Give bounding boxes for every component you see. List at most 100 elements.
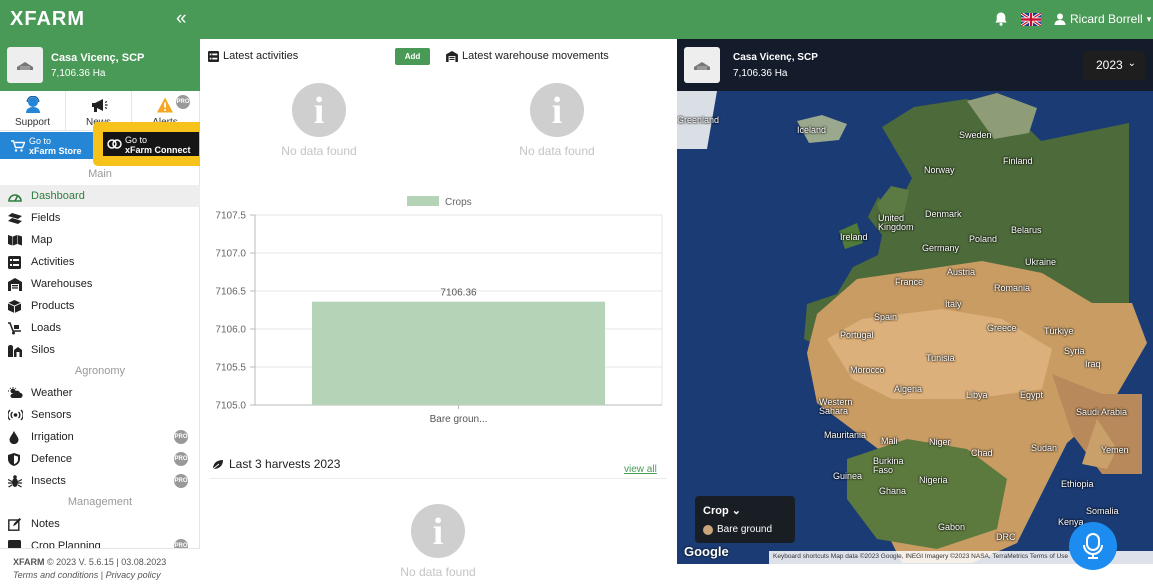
insects-icon [8,475,22,488]
nav-sensors[interactable]: Sensors [0,404,200,426]
nav-fields[interactable]: Fields [0,207,200,229]
nav-insects-label: Insects [31,475,66,487]
map-label: Italy [945,299,962,309]
nav-sensors-label: Sensors [31,409,72,421]
megaphone-icon [92,99,108,112]
app-root: XFARM « Ricard Borrell ▾ Casa Vicenç, SC… [0,0,1153,585]
year-select[interactable]: 2023 ⌄ [1083,51,1145,80]
info-icon: i [292,83,346,137]
map-label: Gabon [938,522,966,532]
info-icon: i [530,83,584,137]
map-label: Ukraine [1025,257,1057,267]
nav-map[interactable]: Map [0,229,200,251]
nav-defence[interactable]: Defence PRO [0,448,200,470]
nav-weather[interactable]: Weather [0,382,200,404]
map-label: Poland [969,234,998,244]
harvests-title: Last 3 harvests 2023 [229,457,341,471]
view-all-harvests-link[interactable]: view all [624,464,657,475]
nav-weather-label: Weather [31,387,73,399]
support-link[interactable]: Support [0,91,66,131]
farm-map[interactable]: Greenland Iceland Sweden Finland Norway … [677,39,1153,564]
pro-badge: PRO [174,539,188,548]
nav-crop-planning[interactable]: Crop Planning PRO [0,535,200,548]
x-tick-label: Bare groun... [430,414,488,425]
nav-activities-label: Activities [31,256,75,268]
map-label: Mali [881,436,898,446]
store-line1: Go to [29,136,52,146]
y-tick-label: 7106.5 [215,287,246,298]
connect-line1: Go to [125,135,148,145]
support-icon [26,96,40,113]
bell-icon[interactable] [993,11,1009,27]
xfarm-logo[interactable]: XFARM [10,8,85,31]
map-label: Western Sahara [819,397,853,416]
farm-thumbnail [684,47,720,83]
warehouse-empty-state: i No data found [487,83,627,158]
farm-thumbnail [7,47,43,83]
chevron-down-icon: ▾ [1146,13,1152,24]
nav-irrigation-label: Irrigation [31,431,74,443]
privacy-link[interactable]: Privacy policy [106,570,161,580]
map-label: Iraq [1085,359,1101,369]
nav-insects[interactable]: Insects PRO [0,470,200,492]
user-menu[interactable]: Ricard Borrell ▾ [1054,12,1151,26]
products-icon [8,300,21,313]
microphone-icon [1083,533,1103,559]
nav-crop-planning-label: Crop Planning [31,540,101,548]
map-label: Guinea [833,471,863,481]
irrigation-icon [9,431,19,444]
map-label: Belarus [1011,225,1042,235]
map-label: Egypt [1020,390,1044,400]
map-label: Finland [1003,156,1033,166]
top-bar: XFARM « Ricard Borrell ▾ [0,0,1153,39]
nav-silos[interactable]: Silos [0,339,200,361]
section-main: Main [88,168,112,180]
nav-dashboard[interactable]: Dashboard [0,185,200,207]
nav-activities[interactable]: Activities [0,251,200,273]
weather-icon [8,387,23,398]
add-activity-button[interactable]: Add [395,48,430,65]
uk-flag-icon[interactable] [1021,13,1041,26]
fields-icon [8,213,22,224]
defence-icon [8,453,20,466]
collapse-sidebar-icon[interactable]: « [176,8,187,30]
map-label: Spain [874,312,898,322]
chevron-down-icon: ⌄ [1127,58,1136,69]
xfarm-store-button[interactable]: Go to xFarm Store [0,132,100,159]
terms-link[interactable]: Terms and conditions [13,570,98,580]
pro-badge: PRO [174,430,188,444]
activities-empty-text: No data found [281,144,357,158]
y-tick-label: 7105.0 [215,401,246,412]
map-label: Somalia [1086,506,1119,516]
nav-irrigation[interactable]: Irrigation PRO [0,426,200,448]
google-logo: Google [684,544,729,559]
footer-separator: | [100,570,104,580]
map-legend[interactable]: Crop ⌄ Bare ground [695,496,795,543]
map-label: Niger [929,437,951,447]
legend-title: Crop [703,505,729,517]
nav-products[interactable]: Products [0,295,200,317]
nav-notes[interactable]: Notes [0,513,200,535]
voice-assistant-button[interactable] [1069,522,1117,570]
nav-defence-label: Defence [31,453,72,465]
warehouse-movements-title: Latest warehouse movements [462,50,609,62]
xfarm-connect-button[interactable]: Go to xFarm Connect [93,122,208,166]
harvests-empty-state: i No data found [368,504,508,579]
sensors-icon [8,409,23,421]
nav-warehouses[interactable]: Warehouses [0,273,200,295]
map-label: Libya [966,390,988,400]
map-label: Greenland [677,115,720,125]
user-name: Ricard Borrell [1070,12,1143,26]
sidebar-footer: XFARM © 2023 V. 5.6.15 | 03.08.2023 Term… [0,548,200,585]
activities-icon [208,50,219,62]
farm-header[interactable]: Casa Vicenç, SCP 7,106.36 Ha [0,39,200,91]
y-tick-label: 7105.5 [215,363,246,374]
nav-products-label: Products [31,300,75,312]
farm-building-icon [17,62,33,70]
chevron-down-icon: ⌄ [731,505,741,517]
map-label: Norway [924,165,955,175]
cart-icon [11,140,25,152]
nav-loads[interactable]: Loads [0,317,200,339]
silos-icon [8,345,22,357]
map-label: Iceland [797,125,827,135]
